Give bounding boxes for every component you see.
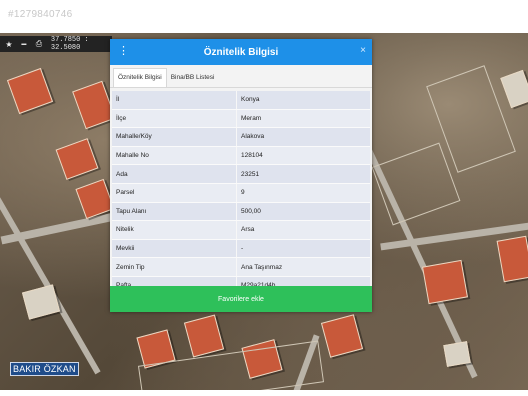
menu-icon[interactable]: ⋮: [118, 45, 129, 57]
row-value: Ana Taşınmaz: [236, 258, 370, 276]
row-label: İlçe: [116, 114, 127, 122]
row-value: 128104: [236, 146, 370, 165]
building: [183, 314, 225, 358]
building: [6, 67, 54, 115]
building: [443, 341, 471, 367]
bottom-strip: [0, 390, 528, 396]
tab-building-list[interactable]: Bina/BB Listesi: [167, 69, 219, 87]
coordinate-readout: 37.7850 : 32.5080: [50, 36, 89, 52]
row-label: İl: [116, 96, 120, 104]
watermark-id: #1279840746: [8, 9, 73, 20]
brand-logo: BAKIR ÖZKAN: [10, 362, 79, 376]
row-label: Ada: [116, 170, 128, 178]
building: [422, 259, 468, 305]
table-row: İlçe Meram: [112, 109, 370, 129]
building: [55, 138, 99, 180]
star-icon[interactable]: ★: [3, 40, 15, 49]
row-value: -: [236, 239, 370, 258]
row-label: Zemin Tip: [116, 263, 145, 271]
table-row: Mahalle No 128104: [112, 146, 370, 166]
table-row: Nitelik Arsa: [112, 221, 370, 240]
row-value: Konya: [236, 91, 370, 109]
row-label: Parsel: [116, 189, 135, 197]
building: [320, 314, 364, 358]
minus-icon[interactable]: ━: [18, 40, 30, 49]
row-value: Meram: [236, 109, 370, 128]
row-value: 9: [236, 183, 370, 202]
map-toolbar: ★ ━ ⎙ 37.7850 : 32.5080: [0, 36, 112, 52]
table-row: Zemin Tip Ana Taşınmaz: [112, 258, 370, 277]
table-row: Mahalle/Köy Alakova: [112, 128, 370, 147]
row-label: Nitelik: [116, 226, 134, 234]
building: [500, 69, 528, 109]
row-value: 23251: [236, 165, 370, 183]
row-label: Tapu Alanı: [116, 207, 147, 215]
table-row: Parsel 9: [112, 183, 370, 203]
row-value: Arsa: [236, 221, 370, 239]
row-label: Mahalle No: [116, 152, 149, 160]
attribute-dialog: ⋮ Öznitelik Bilgisi × Öznitelik Bilgisi …: [110, 39, 372, 312]
table-row: Ada 23251: [112, 165, 370, 184]
row-label: Mahalle/Köy: [116, 133, 152, 141]
row-value: Alakova: [236, 128, 370, 146]
dialog-title: Öznitelik Bilgisi: [203, 46, 279, 58]
row-label: Mevkii: [116, 245, 135, 253]
dialog-header: ⋮ Öznitelik Bilgisi ×: [110, 39, 372, 65]
table-row: İl Konya: [112, 91, 370, 110]
row-value: 500,00: [236, 202, 370, 221]
close-icon[interactable]: ×: [360, 45, 366, 56]
tab-attributes[interactable]: Öznitelik Bilgisi: [113, 68, 167, 87]
print-icon[interactable]: ⎙: [33, 39, 45, 49]
building: [496, 235, 528, 283]
table-row: Tapu Alanı 500,00: [112, 202, 370, 222]
dialog-tabs: Öznitelik Bilgisi Bina/BB Listesi: [110, 65, 372, 88]
table-row: Mevkii -: [112, 239, 370, 259]
attribute-table: İl Konya İlçe Meram Mahalle/Köy Alakova Mah…: [110, 91, 372, 296]
add-to-favorites-button[interactable]: Favorilere ekle: [110, 286, 372, 312]
building: [21, 284, 61, 320]
parcel-outline: [371, 142, 461, 226]
